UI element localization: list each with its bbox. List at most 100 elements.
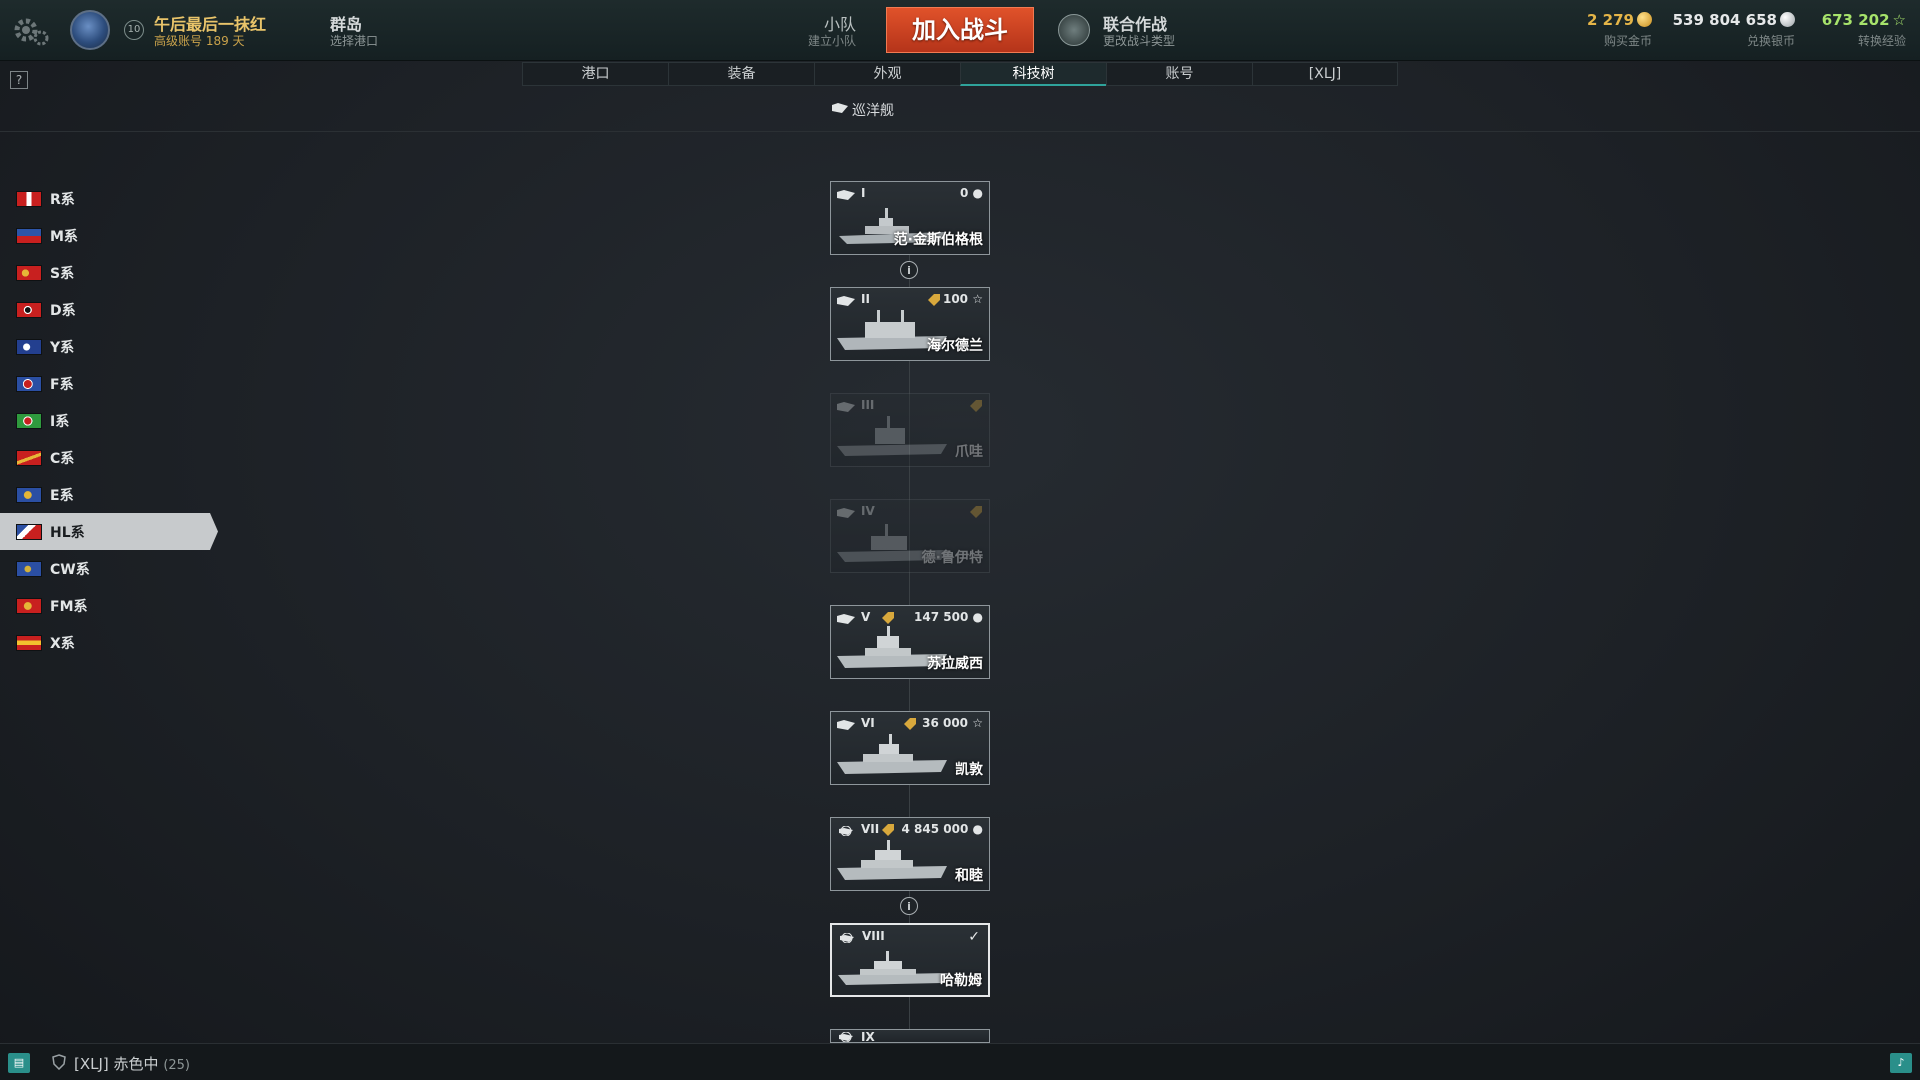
bottom-bar: ▤ [XLJ] 赤色中 (25) ♪ (0, 1043, 1920, 1080)
flag-icon (16, 412, 42, 429)
flag-icon (16, 338, 42, 355)
elite-cruiser-class-icon (839, 826, 853, 836)
tab-port[interactable]: 港口 (522, 62, 668, 86)
join-battle-button[interactable]: 加入战斗 (886, 7, 1034, 53)
ship-card-tier-7[interactable]: VII 4 845 000 ● 和睦 (830, 817, 990, 891)
tab-tech-tree[interactable]: 科技树 (960, 62, 1106, 86)
ship-name: 哈勒姆 (940, 973, 982, 989)
ship-name: 和睦 (955, 868, 983, 884)
cruiser-class-icon (837, 508, 855, 518)
main-nav-tabs: 港口 装备 外观 科技树 账号 [XLJ] (522, 62, 1400, 86)
ship-card-tier-2[interactable]: II 100 ☆ 海尔德兰 (830, 287, 990, 361)
silver-coin-icon (1780, 12, 1795, 27)
ship-card-tier-6[interactable]: VI 36 000 ☆ 凯敦 (830, 711, 990, 785)
ship-card-tier-1[interactable]: I 0 ● 范·金斯伯格根 (830, 181, 990, 255)
settings-gear-icon[interactable] (10, 10, 50, 50)
cruiser-class-icon (837, 614, 855, 624)
xp-label: 转换经验 (1857, 34, 1906, 48)
flag-icon (16, 597, 42, 614)
ship-card-tier-8[interactable]: VIII ✓ 哈勒姆 (830, 923, 990, 997)
silver-coin-icon: ● (972, 822, 983, 836)
ship-tier: VII (861, 822, 880, 836)
ship-name: 爪哇 (955, 444, 983, 460)
ship-tier: VIII (862, 929, 885, 943)
nation-label: X系 (50, 635, 75, 652)
clan-member-count: (25) (163, 1058, 190, 1073)
ship-tier: III (861, 398, 875, 412)
ship-tier: IV (861, 504, 875, 518)
elite-cruiser-class-icon (840, 933, 854, 943)
ship-cost-value: 147 500 (914, 610, 969, 624)
xp-star-icon: ☆ (1892, 11, 1906, 29)
ship-cost: 4 845 000 ● (902, 822, 983, 836)
chat-icon[interactable]: ▤ (8, 1053, 30, 1073)
nation-item-cw[interactable]: CW系 (0, 550, 218, 587)
ship-silhouette-icon (837, 840, 947, 880)
gold-balance[interactable]: 2 279 (1560, 11, 1652, 29)
ship-cost-value: 0 (959, 186, 969, 200)
nation-item-c[interactable]: C系 (0, 439, 218, 476)
ship-tier: II (861, 292, 870, 306)
flag-icon (16, 301, 42, 318)
premium-status: 高级账号 189 天 (154, 34, 245, 48)
silver-value: 539 804 658 (1672, 11, 1777, 29)
ship-card-tier-4[interactable]: IV 德·鲁伊特 (830, 499, 990, 573)
ship-silhouette-icon (837, 416, 947, 456)
clan-info[interactable]: [XLJ] 赤色中 (25) (74, 1053, 190, 1074)
flag-icon (16, 634, 42, 651)
battle-mode-icon[interactable] (1058, 14, 1090, 46)
ship-name: 海尔德兰 (927, 338, 983, 354)
tab-exterior[interactable]: 外观 (814, 62, 960, 86)
flag-icon (16, 449, 42, 466)
cruiser-class-icon (837, 296, 855, 306)
tab-profile[interactable]: 账号 (1106, 62, 1252, 86)
player-emblem-icon[interactable] (70, 10, 110, 50)
flag-icon (16, 190, 42, 207)
nation-label: M系 (50, 228, 78, 245)
ship-card-tier-9[interactable]: IX (830, 1029, 990, 1043)
silver-balance[interactable]: 539 804 658 (1660, 11, 1795, 29)
nation-item-x[interactable]: X系 (0, 624, 218, 661)
nation-item-e[interactable]: E系 (0, 476, 218, 513)
nation-item-i[interactable]: I系 (0, 402, 218, 439)
nation-label: C系 (50, 450, 75, 467)
silver-label: 兑换银币 (1746, 34, 1795, 48)
research-tag-icon (904, 718, 916, 730)
tab-equipment[interactable]: 装备 (668, 62, 814, 86)
nation-item-hl[interactable]: HL系 (0, 513, 218, 550)
ship-card-tier-3[interactable]: III 爪哇 (830, 393, 990, 467)
clan-name: [XLJ] 赤色中 (74, 1055, 159, 1073)
nation-item-fm[interactable]: FM系 (0, 587, 218, 624)
flag-icon (16, 560, 42, 577)
nation-item-f[interactable]: F系 (0, 365, 218, 402)
flag-icon (16, 227, 42, 244)
branch-info-icon[interactable]: i (900, 897, 918, 915)
ship-cost-value: 100 (942, 292, 969, 306)
ship-cost: 100 ☆ (943, 292, 983, 306)
flag-icon (16, 264, 42, 281)
help-button[interactable]: ? (10, 71, 28, 89)
nation-label: CW系 (50, 561, 90, 578)
research-tag-icon (882, 824, 894, 836)
ship-cost: 147 500 ● (914, 610, 983, 624)
tab-clan[interactable]: [XLJ] (1252, 62, 1398, 86)
port-screen: 10 午后最后一抹红 高级账号 189 天 群岛 选择港口 小队 建立小队 加入… (0, 0, 1920, 1080)
nation-item-r[interactable]: R系 (0, 180, 218, 217)
nation-item-m[interactable]: M系 (0, 217, 218, 254)
gold-label: 购买金币 (1603, 34, 1652, 48)
nation-item-y[interactable]: Y系 (0, 328, 218, 365)
elite-cruiser-class-icon (839, 1032, 853, 1042)
nation-item-d[interactable]: D系 (0, 291, 218, 328)
notification-bell-icon[interactable]: ♪ (1890, 1053, 1912, 1073)
ship-cost: 0 ● (960, 186, 983, 200)
nation-item-s[interactable]: S系 (0, 254, 218, 291)
ship-card-tier-5[interactable]: V 147 500 ● 苏拉威西 (830, 605, 990, 679)
ship-name: 范·金斯伯格根 (893, 232, 983, 248)
ship-cost-value: 4 845 000 (901, 822, 969, 836)
cruiser-class-icon (832, 103, 848, 113)
branch-info-icon[interactable]: i (900, 261, 918, 279)
ship-tier: VI (861, 716, 875, 730)
nation-label: FM系 (50, 598, 88, 615)
ship-tier: IX (861, 1030, 875, 1043)
free-xp-balance[interactable]: 673 202 ☆ (1800, 11, 1906, 29)
